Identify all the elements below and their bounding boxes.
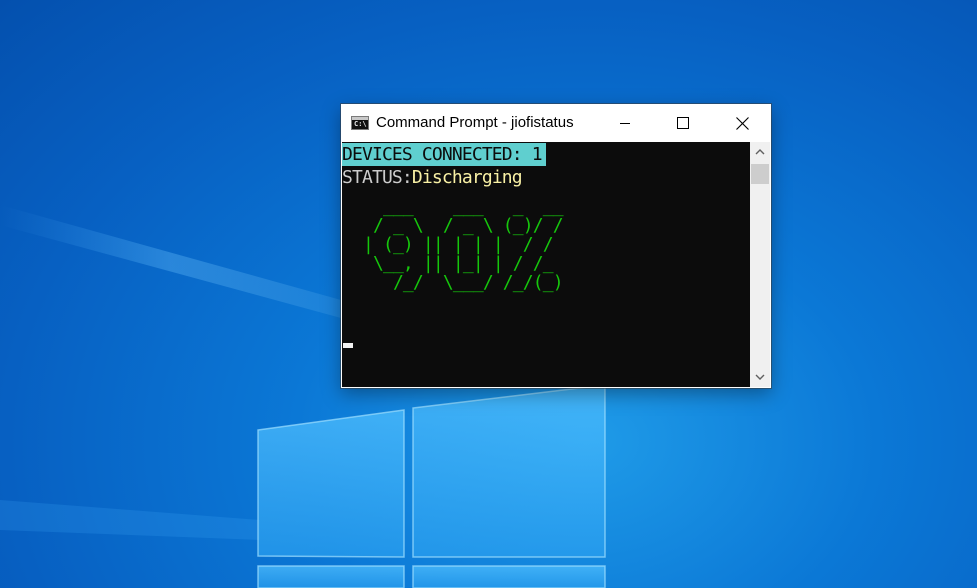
status-value: Discharging [411, 167, 523, 188]
command-prompt-window[interactable]: C:\ Command Prompt - jiofistatus DEVICES… [341, 104, 771, 388]
battery-percentage-art: ___ ___ _ __ / _ \ / _ \ (_)/ / | (_) ||… [362, 196, 564, 293]
status-label: STATUS: [342, 167, 413, 188]
console-output[interactable]: DEVICES CONNECTED: 1 STATUS:Discharging … [342, 142, 750, 387]
scroll-thumb[interactable] [751, 164, 769, 184]
console-icon-glyph: C:\ [354, 120, 367, 128]
close-icon [735, 116, 749, 130]
devices-connected-line: DEVICES CONNECTED: 1 [342, 143, 546, 166]
vertical-scrollbar[interactable] [750, 142, 770, 387]
status-line: STATUS:Discharging [342, 166, 523, 189]
minimize-icon [620, 123, 630, 124]
minimize-button[interactable] [596, 104, 654, 142]
scroll-down-button[interactable] [750, 367, 770, 387]
chevron-up-icon [755, 149, 765, 155]
chevron-down-icon [755, 374, 765, 380]
close-button[interactable] [713, 104, 771, 142]
title-bar[interactable]: C:\ Command Prompt - jiofistatus [341, 104, 771, 142]
console-icon: C:\ [351, 116, 369, 130]
window-title: Command Prompt - jiofistatus [376, 114, 574, 131]
maximize-icon [677, 117, 689, 129]
scroll-up-button[interactable] [750, 142, 770, 162]
text-cursor [343, 343, 353, 348]
maximize-button[interactable] [654, 104, 712, 142]
